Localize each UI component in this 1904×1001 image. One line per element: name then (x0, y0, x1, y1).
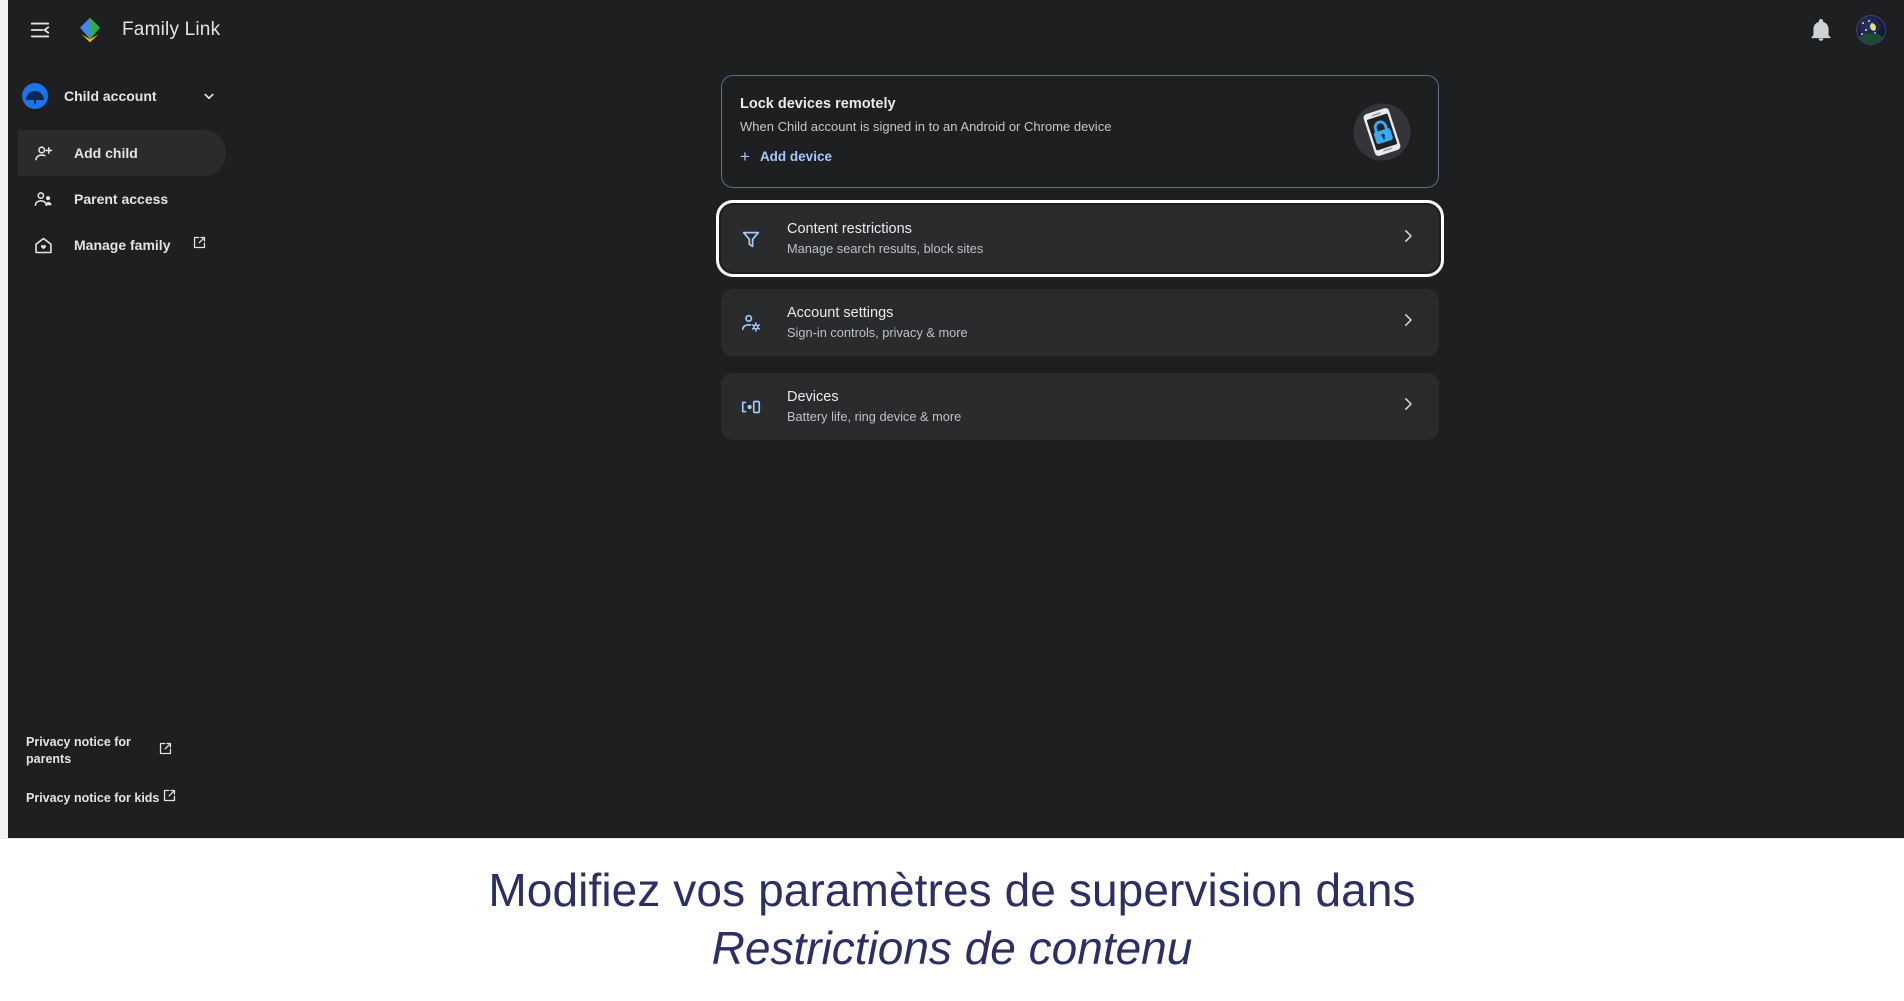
card-title: Account settings (787, 305, 894, 321)
family-link-app-window: Family Link Child account Add child Pare… (8, 0, 1904, 838)
external-link-icon (191, 234, 208, 256)
avatar[interactable] (1856, 15, 1886, 45)
privacy-link-label: Privacy notice for parents (26, 735, 131, 767)
menu-collapse-icon (30, 22, 50, 38)
person-add-icon (32, 142, 54, 164)
window-edge-left (0, 0, 8, 838)
external-link-icon (161, 787, 178, 809)
caption-line-1: Modifiez vos paramètres de supervision d… (488, 864, 1416, 917)
sidebar-item-add-child[interactable]: Add child (18, 130, 226, 176)
card-text: Devices Battery life, ring device & more (787, 389, 961, 424)
account-name: Child account (64, 88, 157, 104)
person-settings-icon (739, 311, 763, 335)
sidebar-item-label: Parent access (74, 191, 169, 207)
sidebar-item-manage-family[interactable]: Manage family (18, 222, 226, 268)
add-device-label: Add device (759, 149, 832, 164)
cards-column: Lock devices remotely When Child account… (716, 75, 1444, 440)
chevron-down-icon (204, 93, 214, 100)
bell-icon[interactable] (1808, 17, 1834, 43)
phone-lock-illustration (1353, 103, 1411, 161)
lock-card-subtitle: When Child account is signed in to an An… (740, 119, 1112, 134)
main-content: Lock devices remotely When Child account… (236, 60, 1904, 838)
chevron-right-icon (1399, 395, 1417, 418)
content-restrictions-card[interactable]: Content restrictions Manage search resul… (716, 200, 1444, 277)
top-bar-actions (1808, 15, 1886, 45)
chevron-right-icon (1399, 311, 1417, 334)
devices-card[interactable]: Devices Battery life, ring device & more (721, 373, 1439, 440)
sidebar-item-label: Add child (74, 145, 138, 161)
menu-collapse-button[interactable] (18, 8, 62, 52)
external-link-icon (157, 740, 174, 762)
caption-banner: Modifiez vos paramètres de supervision d… (0, 838, 1904, 1001)
privacy-notice-parents-link[interactable]: Privacy notice for parents (8, 726, 236, 776)
sidebar-item-label: Manage family (74, 237, 171, 253)
privacy-link-label: Privacy notice for kids (26, 790, 160, 805)
app-title: Family Link (122, 19, 221, 40)
add-device-button[interactable]: + Add device (740, 148, 832, 165)
chevron-right-icon (1399, 227, 1417, 250)
filter-funnel-icon (739, 227, 763, 251)
screen-root: Family Link Child account Add child Pare… (0, 0, 1904, 1001)
account-settings-card[interactable]: Account settings Sign-in controls, priva… (721, 289, 1439, 356)
caption-line-2: Restrictions de contenu (711, 921, 1193, 974)
sidebar-footer: Privacy notice for parents Privacy notic… (8, 726, 236, 820)
card-subtitle: Battery life, ring device & more (787, 409, 962, 424)
card-text: Content restrictions Manage search resul… (787, 221, 983, 256)
plus-icon: + (740, 147, 750, 166)
privacy-notice-kids-link[interactable]: Privacy notice for kids (8, 776, 236, 820)
sidebar-item-parent-access[interactable]: Parent access (18, 176, 226, 222)
brand[interactable]: Family Link (76, 16, 220, 44)
top-app-bar: Family Link (8, 0, 1904, 60)
devices-icon (739, 395, 763, 419)
card-text: Account settings Sign-in controls, priva… (787, 305, 968, 340)
card-title: Devices (787, 389, 839, 405)
home-heart-icon (32, 234, 54, 256)
sidebar: Child account Add child Parent access Ma… (8, 60, 236, 838)
family-link-kite-logo (80, 17, 100, 43)
people-icon (32, 188, 54, 210)
lock-card-title: Lock devices remotely (740, 96, 896, 112)
account-switcher[interactable]: Child account (22, 76, 222, 116)
card-title: Content restrictions (787, 221, 912, 237)
lock-devices-card: Lock devices remotely When Child account… (721, 75, 1439, 188)
card-subtitle: Manage search results, block sites (787, 241, 984, 256)
child-avatar-icon (22, 83, 48, 109)
card-subtitle: Sign-in controls, privacy & more (787, 325, 968, 340)
